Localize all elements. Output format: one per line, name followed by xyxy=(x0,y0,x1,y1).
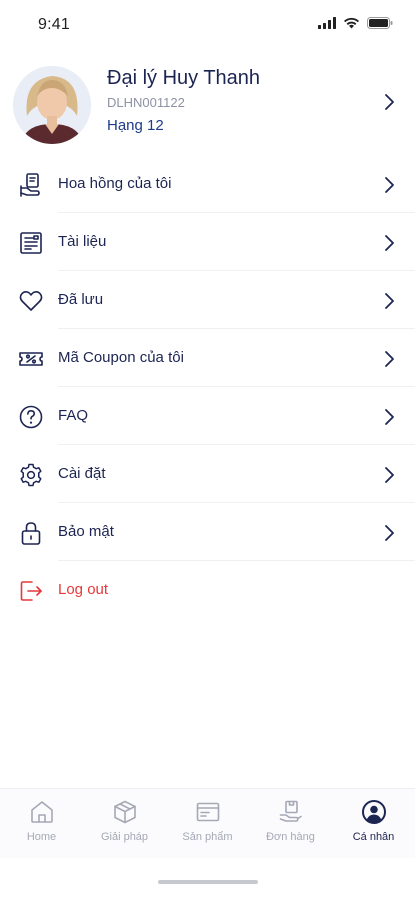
status-bar: 9:41 xyxy=(0,0,415,50)
chevron-right-icon xyxy=(385,293,394,309)
user-circle-icon xyxy=(361,800,386,824)
signal-icon xyxy=(318,17,336,29)
nav-item-products[interactable]: Sản phẩm xyxy=(166,799,249,843)
coupon-icon xyxy=(19,352,43,366)
nav-item-orders[interactable]: Đơn hàng xyxy=(249,799,332,843)
chevron-right-icon xyxy=(385,235,394,251)
wifi-icon xyxy=(344,17,359,29)
document-icon xyxy=(20,232,42,254)
menu-item-documents[interactable]: Tài liệu xyxy=(0,213,415,271)
menu-label: Tài liệu xyxy=(58,233,107,250)
status-icons xyxy=(318,17,393,29)
profile-name: Đại lý Huy Thanh xyxy=(107,67,261,89)
home-icon xyxy=(30,801,53,823)
menu-item-settings[interactable]: Cài đặt xyxy=(0,445,415,503)
nav-label: Giải pháp xyxy=(100,831,149,843)
logout-icon xyxy=(20,581,42,601)
chevron-right-icon xyxy=(385,467,394,483)
menu-list: Hoa hồng của tôi Tài liệu Đã lưu Mã Coup… xyxy=(0,155,415,619)
nav-item-profile[interactable]: Cá nhân xyxy=(332,799,415,843)
nav-label: Đơn hàng xyxy=(266,831,315,843)
chevron-right-icon xyxy=(385,351,394,367)
avatar xyxy=(13,66,91,144)
order-icon xyxy=(279,800,302,822)
menu-label: Bảo mật xyxy=(58,523,114,540)
heart-icon xyxy=(19,291,43,311)
gear-icon xyxy=(20,463,42,487)
lock-icon xyxy=(21,522,41,545)
menu-label: Log out xyxy=(58,581,109,598)
menu-item-coupon[interactable]: Mã Coupon của tôi xyxy=(0,329,415,387)
menu-label: FAQ xyxy=(58,407,89,424)
menu-item-logout[interactable]: Log out xyxy=(0,561,415,619)
menu-label: Đã lưu xyxy=(58,291,104,308)
menu-item-saved[interactable]: Đã lưu xyxy=(0,271,415,329)
nav-item-solutions[interactable]: Giải pháp xyxy=(83,799,166,843)
box-icon xyxy=(113,800,136,824)
nav-label: Cá nhân xyxy=(352,831,395,843)
question-icon xyxy=(19,405,43,429)
chevron-right-icon xyxy=(385,409,394,425)
status-time: 9:41 xyxy=(38,16,70,33)
bottom-nav: Home Giải pháp Sản phẩm Đơn hàng Cá nhân xyxy=(0,788,415,858)
nav-label: Home xyxy=(26,831,57,843)
menu-label: Cài đặt xyxy=(58,465,106,482)
battery-icon xyxy=(367,17,393,29)
chevron-right-icon xyxy=(385,525,394,541)
nav-label: Sản phẩm xyxy=(182,831,233,843)
profile-header[interactable]: Đại lý Huy Thanh DLHN001122 Hạng 12 xyxy=(0,60,415,150)
menu-item-security[interactable]: Bảo mật xyxy=(0,503,415,561)
chevron-right-icon xyxy=(385,177,394,193)
menu-label: Mã Coupon của tôi xyxy=(58,349,184,366)
product-card-icon xyxy=(196,802,219,822)
profile-rank: Hạng 12 xyxy=(107,117,164,134)
menu-label: Hoa hồng của tôi xyxy=(58,175,172,192)
avatar-portrait xyxy=(13,66,91,144)
nav-item-home[interactable]: Home xyxy=(0,799,83,843)
commission-icon xyxy=(20,173,40,197)
home-indicator xyxy=(158,880,258,884)
profile-code: DLHN001122 xyxy=(107,95,185,110)
menu-item-commission[interactable]: Hoa hồng của tôi xyxy=(0,155,415,213)
chevron-right-icon[interactable] xyxy=(383,93,395,111)
menu-item-faq[interactable]: FAQ xyxy=(0,387,415,445)
